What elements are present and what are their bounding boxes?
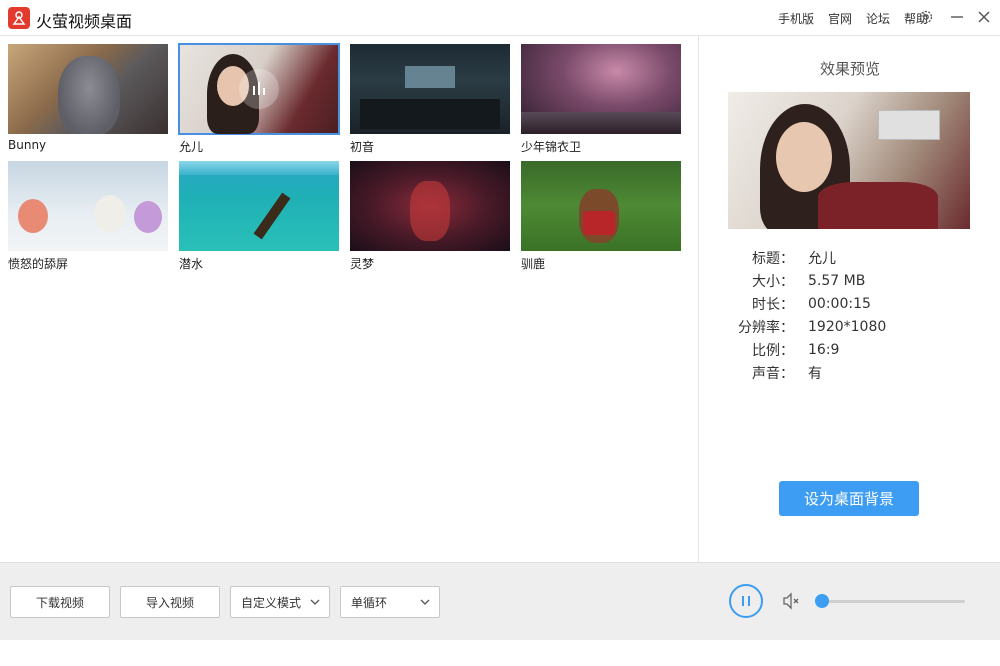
window-bottom-edge — [0, 640, 1000, 666]
info-row-size: 大小： 5.57 MB — [752, 272, 866, 290]
video-thumbnail — [8, 161, 168, 251]
title-bar: 火萤视频桌面 手机版 官网 论坛 帮助 — [0, 0, 1000, 36]
chevron-down-icon — [419, 596, 431, 611]
volume-slider[interactable] — [822, 600, 965, 603]
app-title: 火萤视频桌面 — [36, 12, 133, 31]
loop-select[interactable]: 单循环 — [340, 586, 440, 618]
info-value: 00:00:15 — [808, 295, 871, 312]
mute-icon[interactable] — [781, 591, 801, 615]
video-info: 标题： 允儿 大小： 5.57 MB 时长： 00:00:15 分辨率： 1920*10… — [728, 246, 978, 384]
video-name: 灵梦 — [350, 257, 375, 271]
info-row-duration: 时长： 00:00:15 — [752, 295, 871, 313]
bottom-toolbar: 下载视频 导入视频 自定义模式 单循环 — [0, 562, 1000, 640]
video-item-shaonian[interactable]: 少年锦衣卫 — [521, 44, 681, 155]
app-logo-icon — [8, 7, 30, 29]
video-item-yoona[interactable]: 允儿 — [178, 43, 340, 155]
video-name: Bunny — [8, 138, 47, 152]
pause-icon — [742, 596, 750, 606]
video-name: 允儿 — [179, 140, 204, 154]
video-thumbnail — [178, 43, 340, 135]
info-value: 有 — [808, 365, 822, 382]
import-video-button[interactable]: 导入视频 — [120, 586, 220, 618]
video-name: 愤怒的舔屏 — [8, 257, 69, 271]
video-name: 驯鹿 — [521, 257, 546, 271]
minimize-icon[interactable] — [948, 8, 966, 26]
mobile-link[interactable]: 手机版 — [778, 10, 814, 27]
info-row-sound: 声音：有 — [728, 361, 978, 384]
info-row-title: 标题： 允儿 — [728, 246, 978, 269]
close-icon[interactable] — [975, 8, 993, 26]
video-name: 少年锦衣卫 — [521, 140, 582, 154]
video-thumbnail — [521, 44, 681, 134]
video-name: 潜水 — [179, 257, 204, 271]
video-item-reimu[interactable]: 灵梦 — [350, 161, 510, 272]
video-thumbnail — [350, 161, 510, 251]
volume-slider-knob[interactable] — [815, 594, 829, 608]
mode-select-value: 自定义模式 — [241, 595, 302, 610]
video-thumbnail — [521, 161, 681, 251]
video-item-reindeer[interactable]: 驯鹿 — [521, 161, 681, 272]
set-wallpaper-button[interactable]: 设为桌面背景 — [779, 481, 919, 516]
video-thumbnail — [350, 44, 510, 134]
preview-title: 效果预览 — [819, 60, 880, 78]
info-row-resolution: 分辨率： 1920*1080 — [738, 318, 887, 336]
video-item-diving[interactable]: 潜水 — [179, 161, 339, 272]
forum-link[interactable]: 论坛 — [866, 10, 890, 27]
info-value: 5.57 MB — [808, 272, 866, 289]
preview-image — [728, 92, 970, 229]
video-item-angry-birds[interactable]: 愤怒的舔屏 — [8, 161, 168, 272]
video-thumbnail — [179, 161, 339, 251]
info-value: 16:9 — [808, 341, 840, 358]
official-site-link[interactable]: 官网 — [828, 10, 852, 27]
pause-button[interactable] — [729, 584, 763, 618]
video-thumbnail — [8, 44, 168, 134]
download-video-button[interactable]: 下载视频 — [10, 586, 110, 618]
info-value: 1920*1080 — [808, 318, 887, 335]
chevron-down-icon — [309, 596, 321, 611]
info-row-ratio: 比例： 16:9 — [752, 341, 840, 359]
video-name: 初音 — [350, 140, 375, 154]
mode-select[interactable]: 自定义模式 — [230, 586, 330, 618]
gear-icon[interactable] — [917, 8, 935, 26]
loop-select-value: 单循环 — [351, 595, 388, 610]
top-nav: 手机版 官网 论坛 帮助 — [778, 10, 928, 27]
video-item-miku[interactable]: 初音 — [350, 44, 510, 155]
info-value: 允儿 — [808, 250, 836, 267]
video-item-bunny[interactable]: Bunny — [8, 44, 168, 152]
loading-spinner-icon — [239, 69, 279, 109]
panel-divider — [698, 36, 699, 562]
